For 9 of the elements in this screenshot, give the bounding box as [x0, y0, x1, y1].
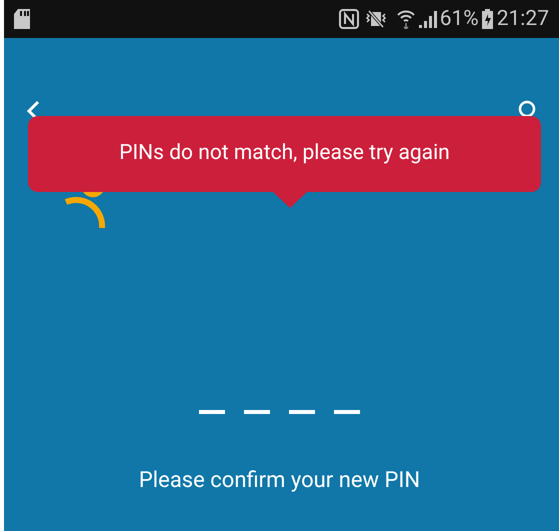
error-message: PINs do not match, please try again — [119, 140, 450, 168]
clock: 21:27 — [496, 8, 549, 30]
wifi-icon — [396, 9, 415, 29]
nfc-icon — [338, 9, 359, 29]
sd-card-icon — [14, 9, 32, 29]
prompt-text: Please confirm your new PIN — [138, 467, 422, 495]
battery-percent: 61% — [440, 8, 479, 30]
signal-icon — [418, 10, 437, 28]
battery-icon — [482, 9, 493, 29]
